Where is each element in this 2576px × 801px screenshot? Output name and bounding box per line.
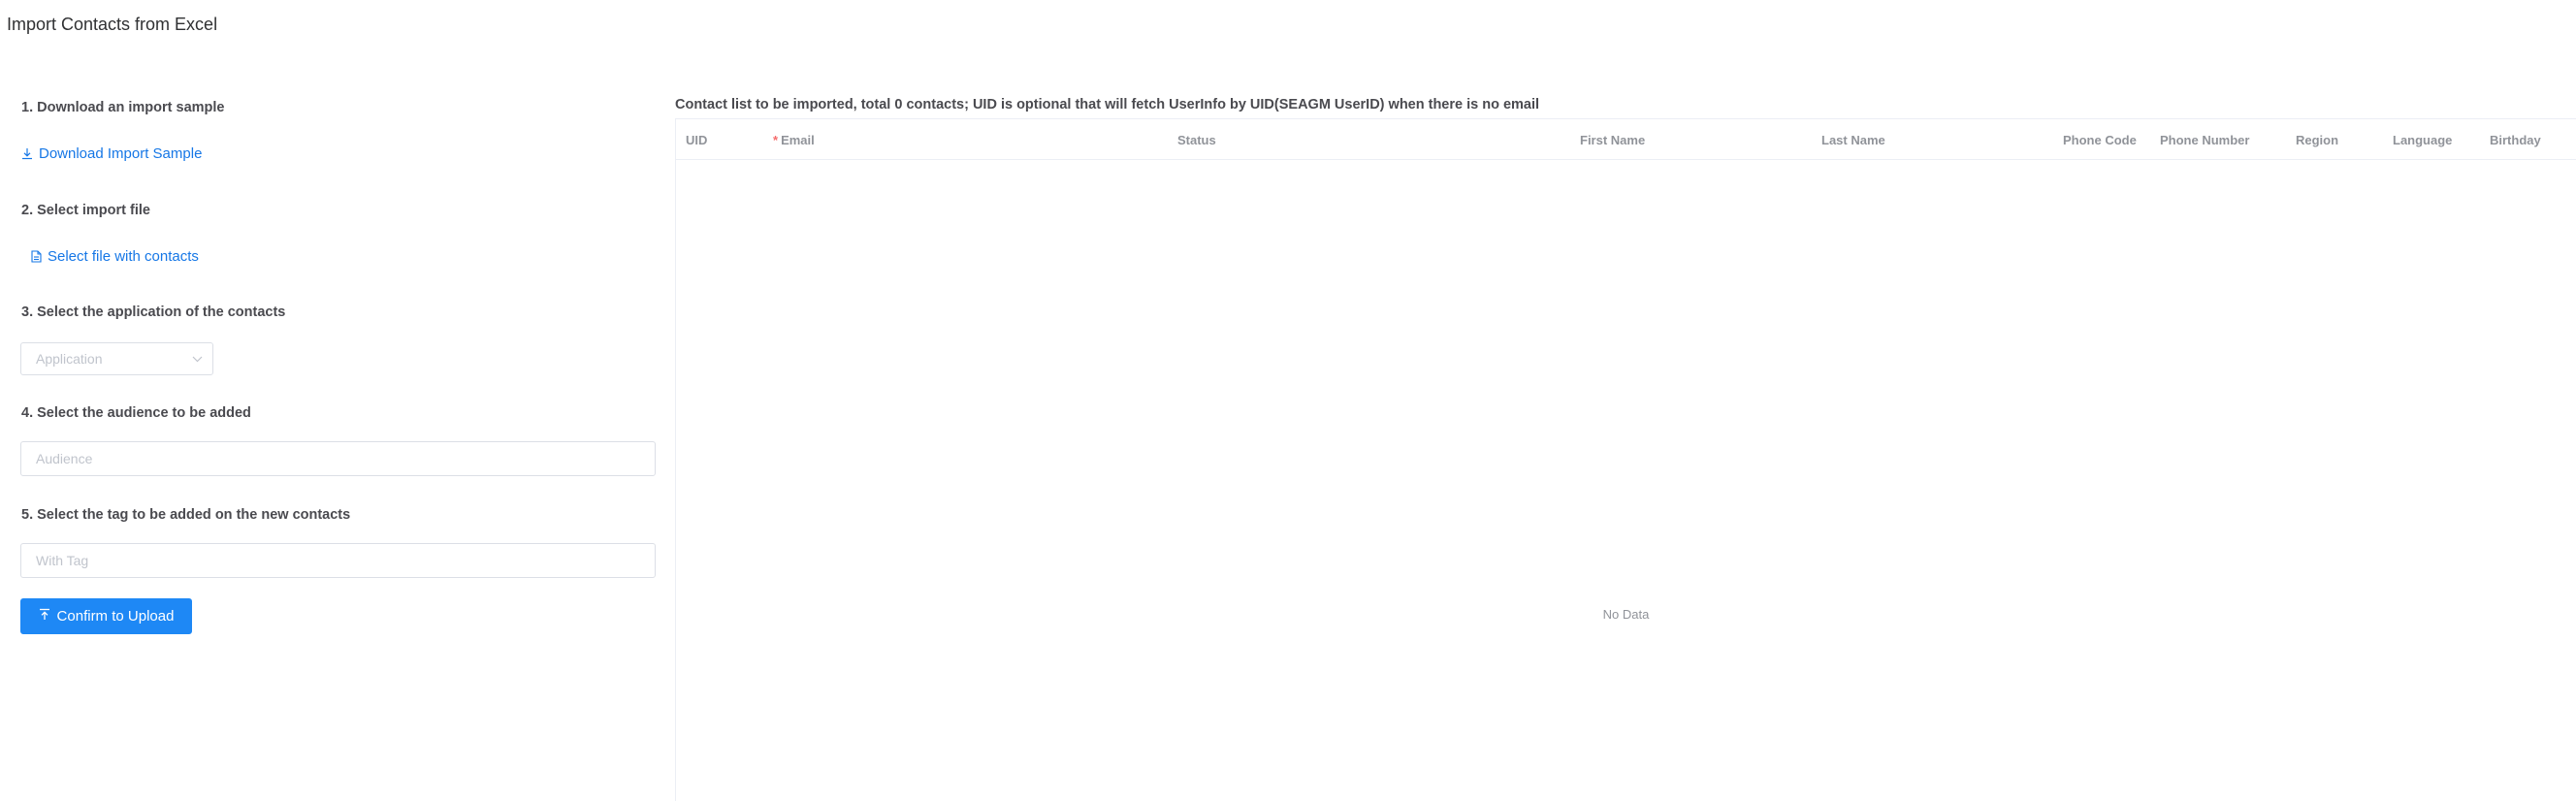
column-header-email: * Email (773, 133, 815, 147)
column-header-language: Language (2393, 133, 2453, 147)
download-sample-link[interactable]: Download Import Sample (21, 145, 202, 162)
required-marker: * (773, 133, 779, 147)
column-header-phone-code: Phone Code (2063, 133, 2137, 147)
column-header-first-name: First Name (1580, 133, 1646, 147)
table-caption: Contact list to be imported, total 0 con… (675, 97, 1540, 112)
chevron-down-icon (192, 350, 203, 368)
step-tag-title: 5. Select the tag to be added on the new… (21, 507, 351, 523)
upload-icon (39, 608, 50, 625)
column-header-region: Region (2296, 133, 2339, 147)
select-file-label: Select file with contacts (48, 248, 199, 265)
download-sample-label: Download Import Sample (39, 145, 203, 162)
step-download-title: 1. Download an import sample (21, 100, 225, 115)
select-file-link[interactable]: Select file with contacts (31, 248, 199, 265)
table-header: UID * Email Status First Name Last Name P… (676, 119, 2576, 160)
download-icon (21, 147, 33, 160)
step-application-title: 3. Select the application of the contact… (21, 304, 286, 320)
column-header-phone-number: Phone Number (2160, 133, 2250, 147)
step-audience-title: 4. Select the audience to be added (21, 405, 251, 421)
empty-state-text: No Data (1602, 607, 1650, 622)
column-header-last-name: Last Name (1821, 133, 1885, 147)
application-select[interactable]: Application (20, 342, 213, 375)
column-header-uid: UID (686, 133, 708, 147)
step-file-title: 2. Select import file (21, 203, 150, 218)
confirm-upload-label: Confirm to Upload (56, 608, 175, 625)
contacts-table: UID * Email Status First Name Last Name P… (675, 118, 2576, 801)
audience-input[interactable] (20, 441, 656, 476)
column-header-birthday: Birthday (2490, 133, 2541, 147)
confirm-upload-button[interactable]: Confirm to Upload (20, 598, 192, 634)
document-icon (31, 250, 42, 263)
application-select-placeholder: Application (36, 351, 103, 367)
import-form: 1. Download an import sample Download Im… (0, 0, 669, 801)
tag-input[interactable] (20, 543, 656, 578)
column-header-status: Status (1177, 133, 1216, 147)
